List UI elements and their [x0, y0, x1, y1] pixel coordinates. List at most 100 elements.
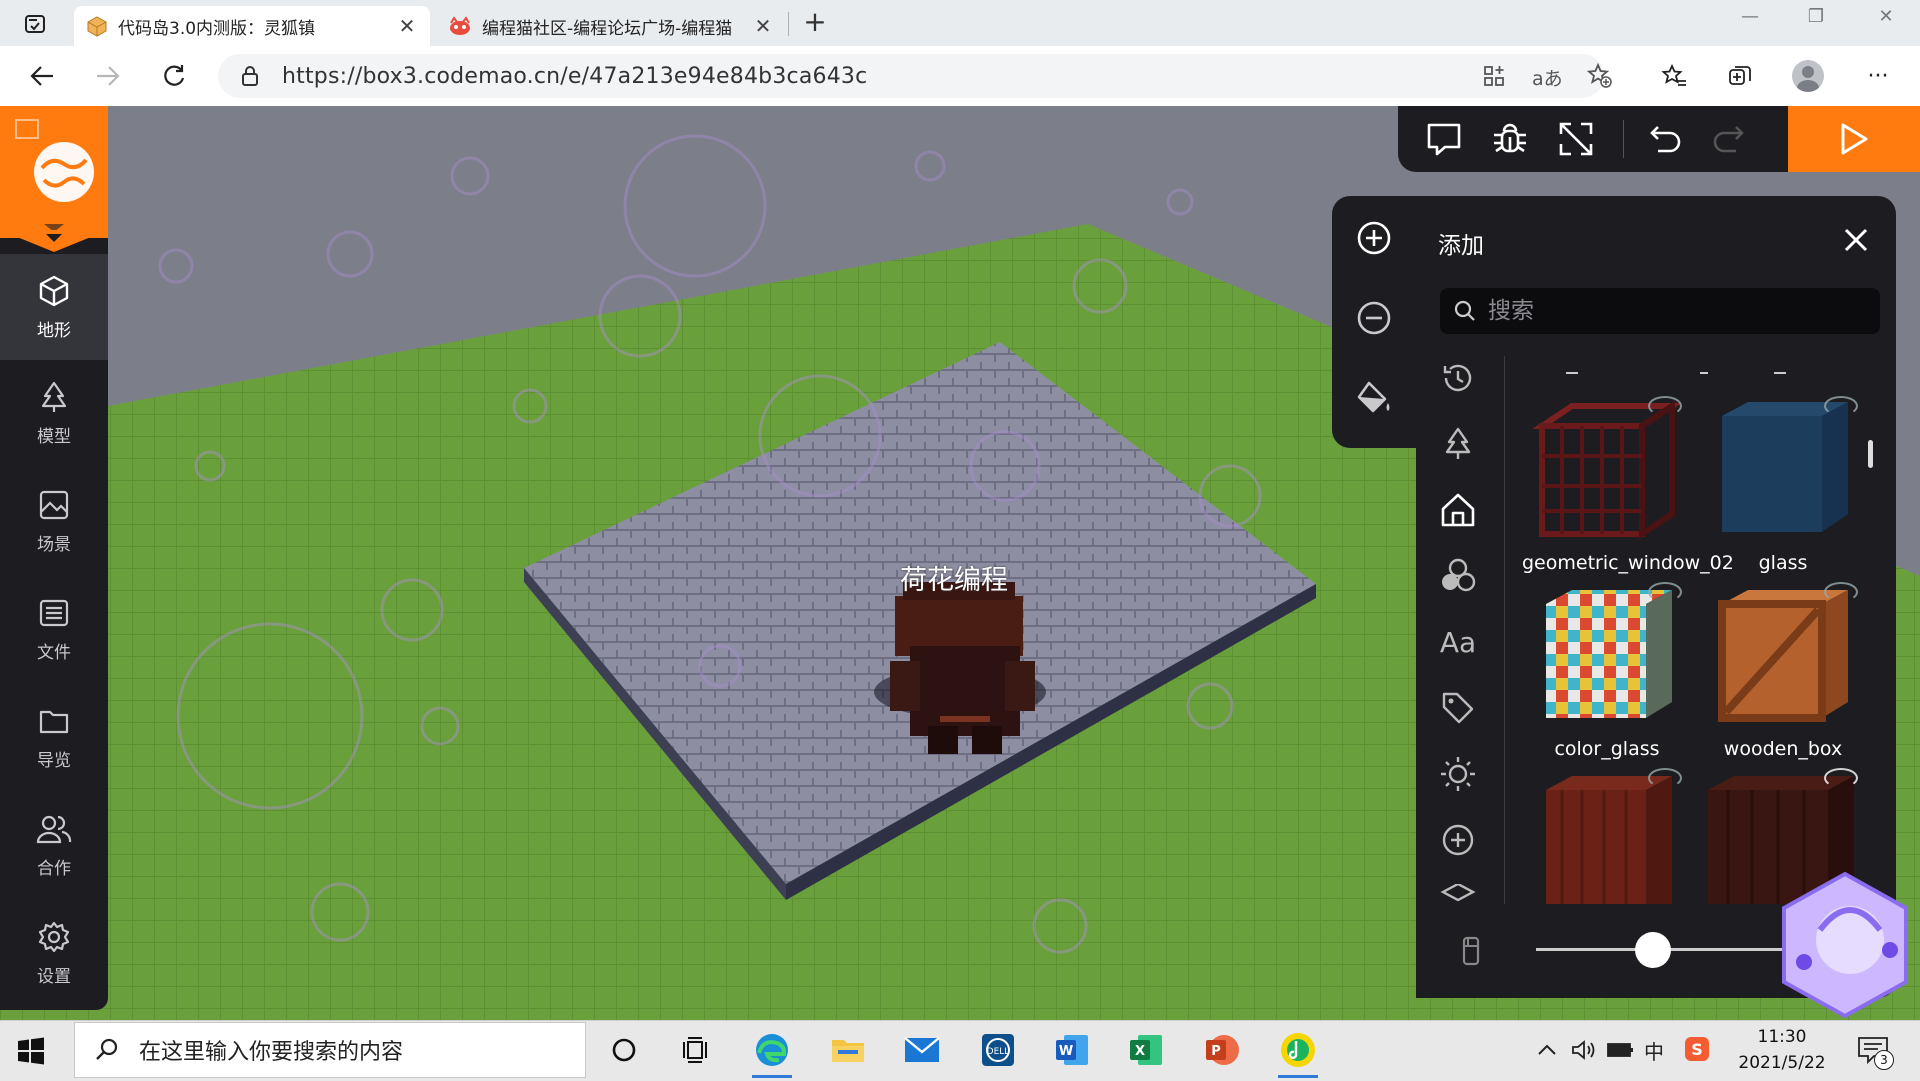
settings-more-button[interactable]: ···: [1858, 56, 1898, 96]
action-center-button[interactable]: 3: [1856, 1034, 1896, 1070]
add-block-button[interactable]: [1352, 216, 1396, 260]
fullscreen-button[interactable]: [1556, 119, 1596, 159]
task-view-button[interactable]: [676, 1030, 716, 1070]
taskbar-search[interactable]: 在这里输入你要搜索的内容: [74, 1022, 586, 1078]
paint-bucket-button[interactable]: [1352, 376, 1396, 420]
nav-settings[interactable]: 设置: [0, 900, 108, 1006]
new-tab-button[interactable]: +: [800, 8, 830, 38]
gear-icon: [38, 921, 70, 952]
category-layers[interactable]: [1436, 884, 1480, 908]
read-aloud-icon[interactable]: aあ: [1532, 64, 1563, 91]
block-item-color-glass[interactable]: color_glass: [1522, 582, 1692, 760]
taskbar-music[interactable]: [1278, 1030, 1318, 1078]
category-building[interactable]: [1436, 488, 1480, 532]
volume-button[interactable]: [1570, 1038, 1596, 1062]
block-grid: geometric_window_02 glass color_glass wo…: [1512, 356, 1864, 904]
add-favorite-icon[interactable]: [1586, 62, 1612, 92]
eraser-button[interactable]: [1456, 934, 1486, 968]
rotate-icon[interactable]: [1648, 396, 1682, 416]
rotate-icon[interactable]: [1648, 582, 1682, 602]
tab-actions-button[interactable]: [20, 10, 50, 38]
block-item-glass[interactable]: glass: [1698, 396, 1864, 574]
cube-icon: [39, 275, 69, 306]
category-shapes[interactable]: [1436, 554, 1480, 598]
nav-file[interactable]: 文件: [0, 576, 108, 682]
assistant-badge[interactable]: [1780, 870, 1910, 1020]
grid-scrollbar[interactable]: [1868, 440, 1873, 468]
rotate-icon[interactable]: [1824, 582, 1858, 602]
url-field[interactable]: https://box3.codemao.cn/e/47a213e94e84b3…: [218, 54, 1612, 98]
lock-icon[interactable]: [240, 65, 260, 91]
ime-indicator[interactable]: 中: [1644, 1036, 1664, 1065]
text-icon: Aa: [1439, 625, 1477, 659]
taskbar-powerpoint[interactable]: P: [1202, 1030, 1242, 1070]
category-custom[interactable]: [1436, 818, 1480, 862]
redo-button[interactable]: [1708, 119, 1748, 159]
nav-collaborate[interactable]: 合作: [0, 792, 108, 898]
debug-button[interactable]: [1490, 119, 1530, 159]
paint-bucket-icon: [1357, 381, 1390, 413]
brush-size-slider[interactable]: [1635, 932, 1671, 968]
rotate-icon[interactable]: [1824, 768, 1858, 788]
close-panel-button[interactable]: [1840, 224, 1872, 256]
tab-close-icon[interactable]: ✕: [752, 14, 774, 38]
sogou-ime-icon[interactable]: S: [1684, 1036, 1710, 1062]
rotate-icon[interactable]: [1648, 768, 1682, 788]
codemao-logo[interactable]: [0, 106, 108, 238]
block-item-geometric-window[interactable]: geometric_window_02: [1522, 396, 1734, 574]
collections-button[interactable]: [1720, 56, 1760, 96]
close-window-button[interactable]: ✕: [1856, 6, 1916, 36]
nav-terrain[interactable]: 地形: [0, 254, 108, 360]
block-item-wood-plank[interactable]: [1522, 768, 1692, 904]
taskbar-excel[interactable]: X: [1126, 1030, 1166, 1070]
undo-button[interactable]: [1646, 119, 1686, 159]
tab-codemao-island[interactable]: 代码岛3.0内测版：灵狐镇 ✕: [74, 6, 430, 46]
nav-label: 模型: [37, 426, 71, 447]
tab-close-icon[interactable]: ✕: [396, 14, 418, 38]
favorites-button[interactable]: [1654, 56, 1694, 96]
tray-overflow-button[interactable]: [1536, 1040, 1558, 1060]
category-recent[interactable]: [1436, 356, 1480, 400]
minimize-button[interactable]: —: [1720, 6, 1780, 36]
block-search[interactable]: [1440, 288, 1880, 334]
file-icon: [39, 599, 69, 626]
taskbar-mail[interactable]: [902, 1030, 942, 1070]
word-icon: W: [1056, 1035, 1088, 1065]
category-text[interactable]: Aa: [1436, 620, 1480, 664]
taskbar-dell[interactable]: DELL: [978, 1030, 1018, 1070]
tree-icon: [1445, 427, 1471, 459]
editor-sidebar: 地形 模型 场景 文件 导览 合作 设置: [0, 106, 108, 1010]
system-clock[interactable]: 11:30 2021/5/22: [1722, 1024, 1842, 1076]
logo-dropdown[interactable]: [0, 230, 108, 254]
codemao-icon: [448, 15, 472, 37]
category-nature[interactable]: [1436, 422, 1480, 466]
block-item-wooden-box[interactable]: wooden_box: [1698, 582, 1864, 760]
cortana-button[interactable]: [604, 1030, 644, 1070]
profile-button[interactable]: [1788, 56, 1828, 96]
taskbar-edge[interactable]: [752, 1030, 792, 1078]
redo-icon: [1713, 126, 1744, 153]
taskbar-word[interactable]: W: [1052, 1030, 1092, 1070]
forward-button[interactable]: [88, 56, 128, 96]
rotate-icon[interactable]: [1824, 396, 1858, 416]
remove-block-button[interactable]: [1352, 296, 1396, 340]
category-light[interactable]: [1436, 752, 1480, 796]
refresh-button[interactable]: [154, 56, 194, 96]
chat-button[interactable]: [1424, 119, 1464, 159]
app-available-icon[interactable]: [1482, 64, 1506, 92]
back-button[interactable]: [22, 56, 62, 96]
play-button[interactable]: [1788, 106, 1920, 172]
battery-button[interactable]: [1606, 1040, 1634, 1060]
category-tag[interactable]: [1436, 686, 1480, 730]
search-input[interactable]: [1486, 297, 1870, 325]
block-thumbnail: [1532, 396, 1682, 546]
nav-model[interactable]: 模型: [0, 360, 108, 466]
taskbar-explorer[interactable]: [828, 1030, 868, 1070]
nav-guide[interactable]: 导览: [0, 684, 108, 790]
tab-codemao-community[interactable]: 编程猫社区-编程论坛广场-编程猫 ✕: [436, 6, 786, 46]
restore-button[interactable]: ❐: [1786, 6, 1846, 36]
shapes-icon: [1442, 558, 1476, 592]
start-button[interactable]: [14, 1034, 54, 1068]
block-item-label: geometric_window_02: [1522, 552, 1734, 574]
nav-scene[interactable]: 场景: [0, 468, 108, 574]
